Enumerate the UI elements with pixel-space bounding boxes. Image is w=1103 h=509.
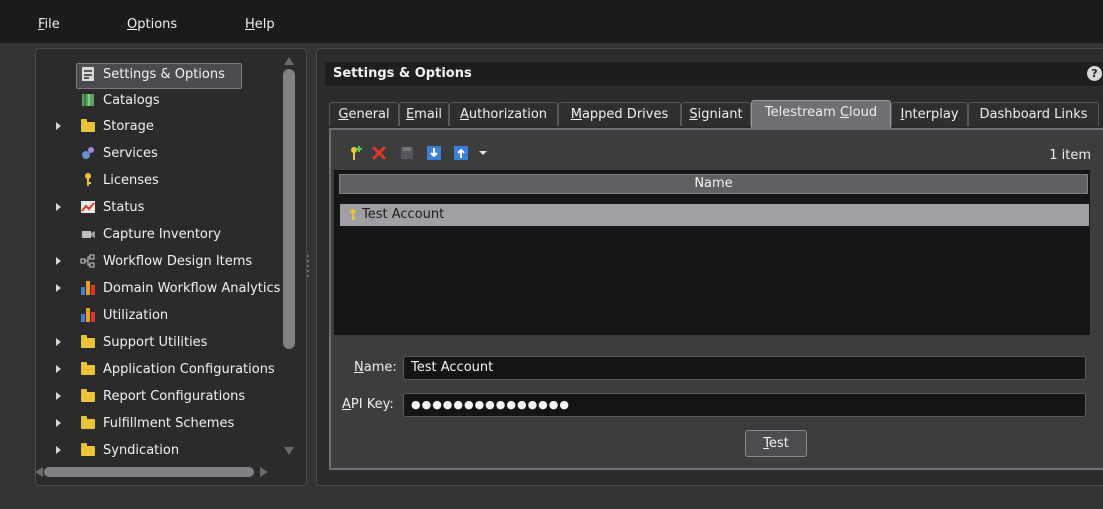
status-chart-icon (81, 201, 95, 213)
scroll-right-arrow-icon[interactable] (260, 467, 268, 477)
expand-arrow-icon[interactable] (56, 203, 61, 211)
bar-chart-icon (80, 280, 96, 296)
services-icon (82, 147, 94, 159)
navigation-panel: Settings & Options Catalogs Storage Serv… (35, 48, 307, 486)
save-icon[interactable] (399, 145, 415, 161)
vertical-scrollbar-thumb[interactable] (283, 69, 295, 349)
menu-help[interactable]: Help (245, 17, 275, 32)
scroll-left-arrow-icon[interactable] (35, 467, 43, 477)
tree-item-label: Storage (103, 118, 154, 134)
tree-item-utilization[interactable]: Utilization (36, 304, 276, 326)
expand-arrow-icon[interactable] (56, 419, 61, 427)
tree-item-licenses[interactable]: Licenses (36, 169, 276, 191)
horizontal-scrollbar-thumb[interactable] (44, 467, 254, 477)
key-icon (350, 208, 356, 221)
api-key-field[interactable]: ●●●●●●●●●●●●●●● (403, 393, 1086, 417)
key-icon (85, 173, 91, 186)
menu-bar: File Options Help (0, 0, 1103, 43)
tree-item-label: Utilization (103, 307, 169, 323)
expand-arrow-icon[interactable] (56, 446, 61, 454)
tree-item-label: Domain Workflow Analytics (103, 280, 281, 296)
panel-title-bar: Settings & Options ? (325, 62, 1103, 86)
workflow-icon (80, 254, 95, 268)
tree-item-label: Syndication (103, 442, 180, 458)
add-key-icon[interactable] (347, 145, 363, 161)
settings-icon (82, 67, 94, 81)
menu-options[interactable]: Options (127, 17, 177, 32)
tree-item-catalogs[interactable]: Catalogs (36, 89, 276, 111)
tree-item-label: Support Utilities (103, 334, 208, 350)
folder-icon (80, 118, 96, 134)
tree-item-domain-workflow-analytics[interactable]: Domain Workflow Analytics (36, 277, 280, 299)
panel-title: Settings & Options (333, 66, 472, 81)
tree-item-label: Capture Inventory (103, 226, 221, 242)
name-label: Name: (354, 360, 397, 375)
help-icon[interactable]: ? (1087, 66, 1102, 81)
tab-email[interactable]: Email (399, 102, 449, 126)
expand-arrow-icon[interactable] (56, 257, 61, 265)
tree-item-report-configurations[interactable]: Report Configurations (36, 385, 276, 407)
expand-arrow-icon[interactable] (56, 284, 61, 292)
scroll-down-arrow-icon[interactable] (284, 447, 294, 455)
tree-item-services[interactable]: Services (36, 142, 276, 164)
expand-arrow-icon[interactable] (56, 365, 61, 373)
scroll-up-arrow-icon[interactable] (284, 57, 294, 65)
tree-item-application-configurations[interactable]: Application Configurations (36, 358, 276, 380)
account-list (334, 170, 1090, 335)
bar-chart-icon (80, 307, 96, 323)
import-icon[interactable] (426, 145, 442, 161)
tab-telestream-cloud[interactable]: Telestream Cloud (751, 100, 891, 128)
tree-item-label: Services (103, 145, 158, 161)
tree-item-workflow-design-items[interactable]: Workflow Design Items (36, 250, 276, 272)
list-row-name: Test Account (362, 207, 445, 222)
menu-file[interactable]: File (38, 17, 60, 32)
tree-item-label: Status (103, 199, 145, 215)
tab-dashboard-links[interactable]: Dashboard Links (968, 102, 1099, 126)
list-row[interactable]: Test Account (340, 204, 1089, 226)
tab-mapped-drives[interactable]: Mapped Drives (558, 102, 681, 126)
tree-item-settings-options[interactable]: Settings & Options (36, 63, 276, 89)
tree-item-label: Workflow Design Items (103, 253, 253, 269)
tab-authorization[interactable]: Authorization (449, 102, 558, 126)
name-field[interactable]: Test Account (403, 356, 1086, 380)
folder-icon (80, 415, 96, 431)
tree-item-capture-inventory[interactable]: Capture Inventory (36, 223, 276, 245)
folder-icon (80, 442, 96, 458)
item-count: 1 item (1049, 148, 1091, 163)
splitter-grip[interactable] (307, 255, 310, 279)
camera-icon (82, 231, 95, 238)
tree-item-label: Report Configurations (103, 388, 246, 404)
api-key-label: API Key: (342, 397, 394, 412)
folder-icon (80, 334, 96, 350)
tab-interplay[interactable]: Interplay (891, 102, 968, 126)
export-icon[interactable] (453, 145, 469, 161)
tab-general[interactable]: General (329, 102, 399, 126)
expand-arrow-icon[interactable] (56, 122, 61, 130)
tree-item-label: Fulfillment Schemes (103, 415, 235, 431)
tree-item-label: Catalogs (103, 92, 160, 108)
delete-icon[interactable] (371, 145, 387, 161)
tab-signiant[interactable]: Signiant (681, 102, 751, 126)
test-button[interactable]: Test (745, 430, 807, 457)
expand-arrow-icon[interactable] (56, 338, 61, 346)
list-column-header-name[interactable]: Name (339, 174, 1088, 194)
tree-item-support-utilities[interactable]: Support Utilities (36, 331, 276, 353)
tree-item-storage[interactable]: Storage (36, 115, 276, 137)
tree-item-syndication[interactable]: Syndication (36, 439, 276, 461)
tree-item-label: Application Configurations (103, 361, 275, 377)
tree-item-status[interactable]: Status (36, 196, 276, 218)
folder-icon (80, 388, 96, 404)
expand-arrow-icon[interactable] (56, 392, 61, 400)
tree-item-label: Settings & Options (103, 66, 225, 82)
tree-item-label: Licenses (103, 172, 159, 188)
catalog-icon (82, 94, 94, 106)
dropdown-arrow-icon[interactable] (477, 145, 489, 161)
tree-item-fulfillment-schemes[interactable]: Fulfillment Schemes (36, 412, 276, 434)
folder-icon (80, 361, 96, 377)
